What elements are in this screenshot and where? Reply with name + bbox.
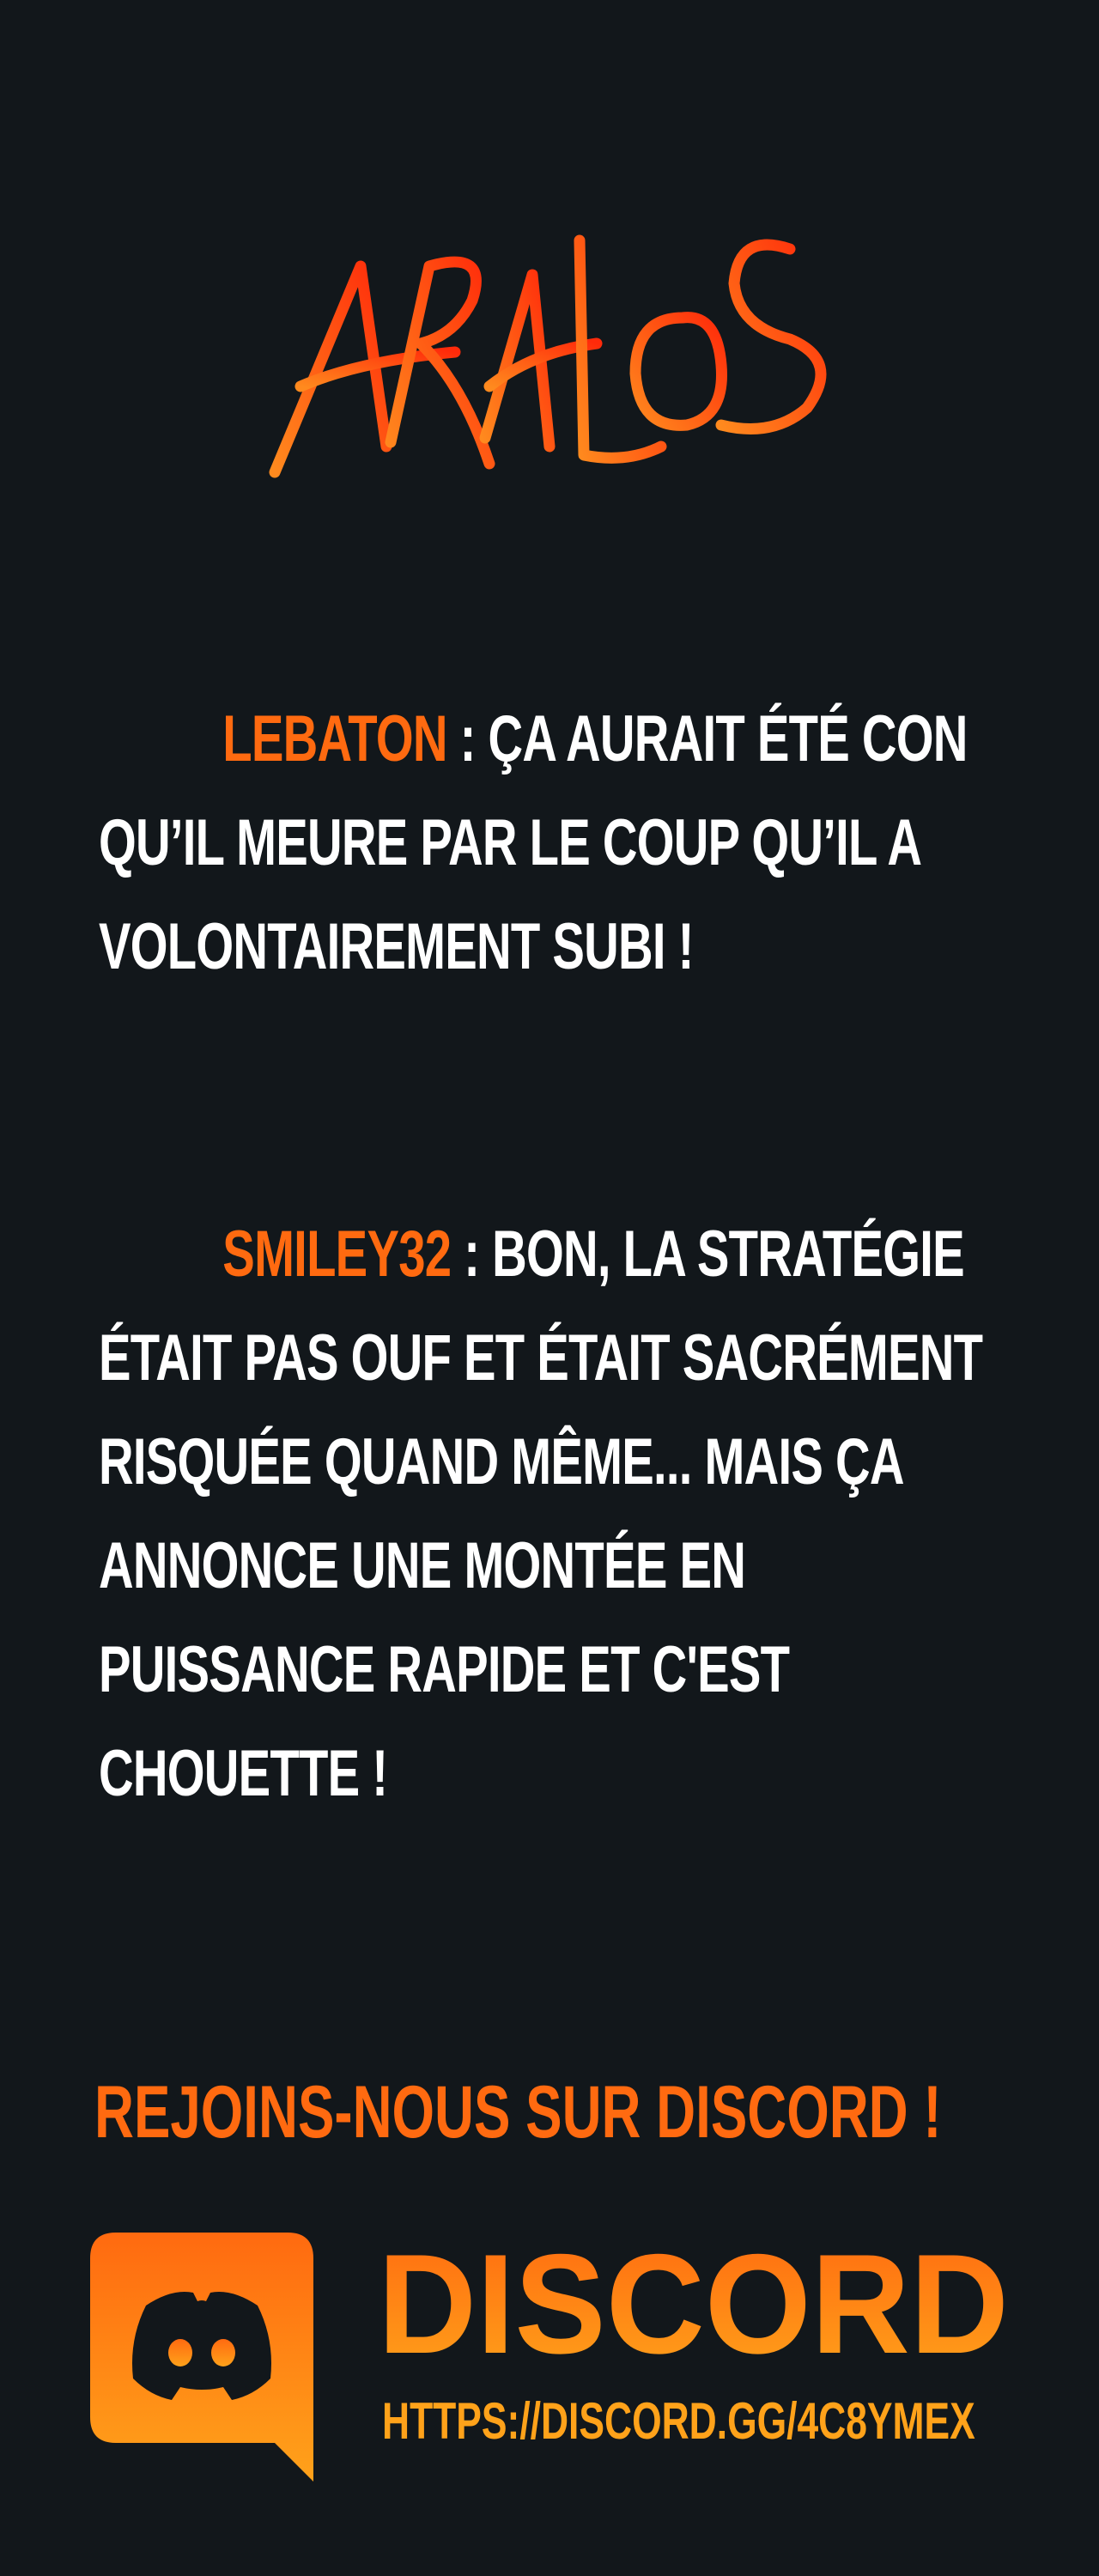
discord-invite-link[interactable]: HTTPS://DISCORD.GG/4c8YmEx bbox=[382, 2387, 1017, 2456]
comment-separator: : bbox=[451, 1218, 493, 1291]
discord-wordmark[interactable]: DISCORD bbox=[378, 2233, 1013, 2379]
comment-smiley32: SMILEY32 : BON, LA STRATÉGIE ÉTAIT PAS O… bbox=[99, 1202, 988, 1826]
comment-author: SMILEY32 bbox=[222, 1218, 452, 1291]
comment-text: BON, LA STRATÉGIE ÉTAIT PAS OUF ET ÉTAIT… bbox=[99, 1218, 996, 1810]
discord-wordmark-text: DISCORD bbox=[378, 2233, 1009, 2379]
discord-cta: REJOINS-NOUS SUR DISCORD ! bbox=[94, 2071, 942, 2154]
logo-text: ARALOS bbox=[0, 0, 1, 1]
comment-author: LEBATON bbox=[222, 702, 447, 775]
aralos-logo bbox=[269, 234, 827, 478]
discord-logo-icon[interactable] bbox=[90, 2233, 313, 2482]
comment-lebaton: LEBATON : ÇA AURAIT ÉTÉ CON QU’IL MEURE … bbox=[99, 687, 988, 999]
comment-separator: : bbox=[446, 702, 489, 775]
